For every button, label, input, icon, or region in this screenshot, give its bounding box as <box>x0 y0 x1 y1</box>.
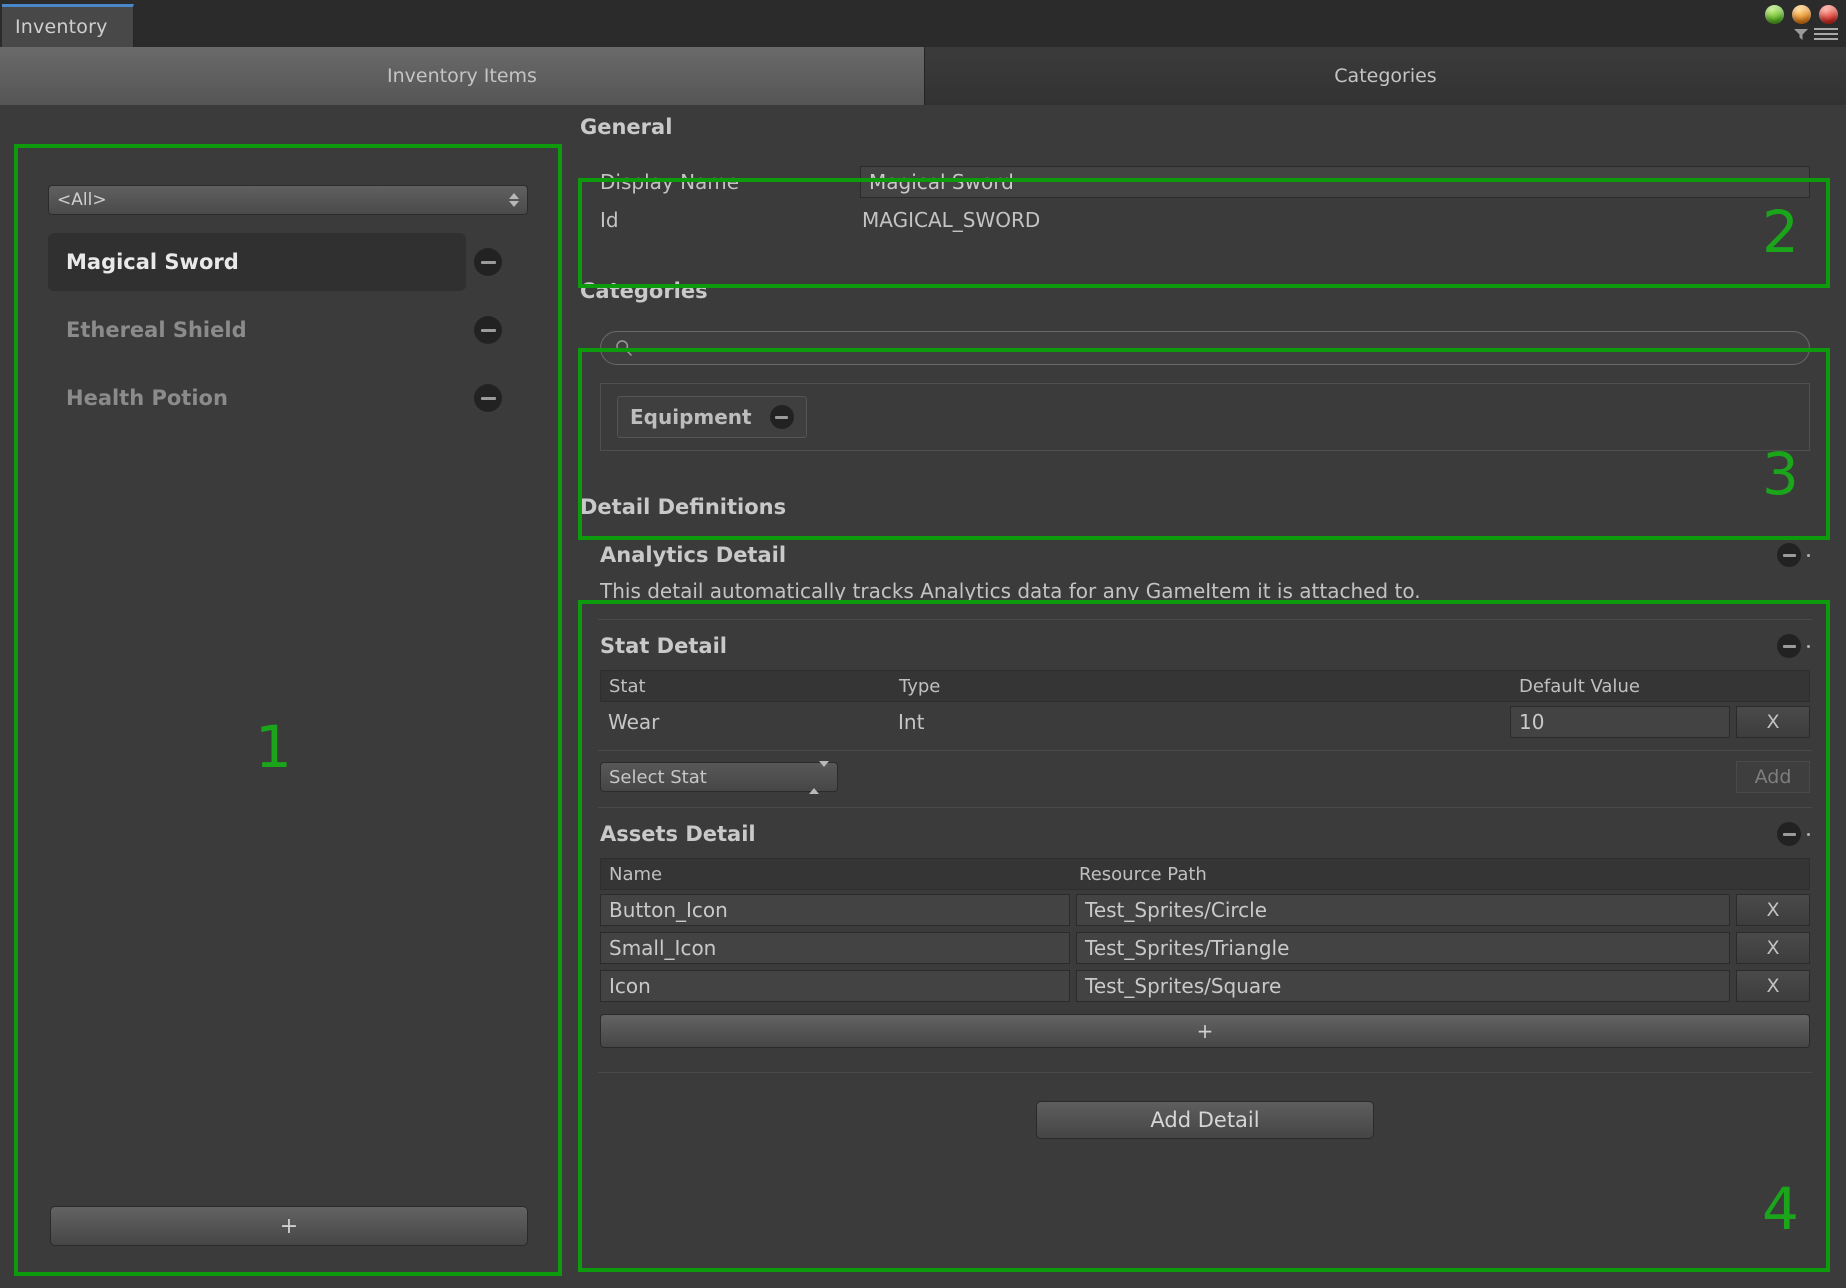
annotation-number-3: 3 <box>1762 440 1799 508</box>
remove-analytics-detail-button[interactable] <box>1777 543 1801 567</box>
categories-panel: Equipment <box>580 313 1830 469</box>
chevron-updown-icon <box>809 760 829 794</box>
add-item-button[interactable]: + <box>50 1206 528 1246</box>
item-detail-column: General Display Name Magical Sword Id MA… <box>580 115 1830 1165</box>
handle-dot-icon <box>1807 832 1810 836</box>
assets-detail-title: Assets Detail <box>600 822 756 846</box>
table-row: Wear Int 10 X <box>600 704 1810 740</box>
asset-name-field[interactable]: Button_Icon <box>600 894 1070 926</box>
stat-detail-header: Stat Detail <box>580 620 1830 658</box>
display-name-row: Display Name Magical Sword <box>600 165 1810 199</box>
analytics-detail-header: Analytics Detail <box>580 529 1830 567</box>
remove-stat-detail-button[interactable] <box>1777 634 1801 658</box>
general-panel: Display Name Magical Sword Id MAGICAL_SW… <box>580 149 1830 249</box>
id-value: MAGICAL_SWORD <box>862 208 1041 232</box>
remove-item-button[interactable] <box>474 384 502 412</box>
table-row: Icon Test_Sprites/Square X <box>600 968 1810 1004</box>
tab-categories[interactable]: Categories <box>925 47 1846 105</box>
minimize-button[interactable] <box>1765 5 1784 24</box>
title-bar: Inventory <box>0 0 1846 47</box>
list-item-label: Magical Sword <box>48 233 466 291</box>
category-search-field[interactable] <box>600 331 1810 365</box>
add-detail-row: Add Detail <box>580 1073 1830 1165</box>
category-filter-value: <All> <box>57 190 107 210</box>
select-stat-value: Select Stat <box>609 766 707 788</box>
hamburger-menu-icon[interactable] <box>1814 28 1838 40</box>
add-stat-button[interactable]: Add <box>1736 761 1810 793</box>
stat-detail-table: Stat Type Default Value Wear Int 10 X <box>580 670 1830 740</box>
remove-asset-row-button[interactable]: X <box>1736 894 1810 926</box>
remove-item-button[interactable] <box>474 316 502 344</box>
remove-stat-row-button[interactable]: X <box>1736 706 1810 738</box>
stat-name-cell: Wear <box>608 710 660 734</box>
asset-path-field[interactable]: Test_Sprites/Triangle <box>1076 932 1730 964</box>
list-item-label: Ethereal Shield <box>66 318 247 342</box>
remove-assets-detail-button[interactable] <box>1777 822 1801 846</box>
list-item[interactable]: Magical Sword <box>48 228 538 296</box>
add-detail-button[interactable]: Add Detail <box>1036 1101 1374 1139</box>
remove-asset-row-button[interactable]: X <box>1736 932 1810 964</box>
display-name-field[interactable]: Magical Sword <box>860 166 1810 198</box>
maximize-button[interactable] <box>1792 5 1811 24</box>
resource-path-column-header: Resource Path <box>1079 863 1207 885</box>
asset-path-field[interactable]: Test_Sprites/Circle <box>1076 894 1730 926</box>
table-row: Button_Icon Test_Sprites/Circle X <box>600 892 1810 928</box>
stat-type-cell: Int <box>898 710 925 734</box>
inventory-items-panel: <All> Magical Sword Ethereal Shield Heal… <box>18 148 558 1270</box>
display-name-label: Display Name <box>600 170 740 194</box>
asset-path-field[interactable]: Test_Sprites/Square <box>1076 970 1730 1002</box>
analytics-detail-description: This detail automatically tracks Analyti… <box>600 579 1421 603</box>
id-row: Id MAGICAL_SWORD <box>600 203 1810 237</box>
stat-default-value-field[interactable]: 10 <box>1510 706 1730 738</box>
filter-icon[interactable] <box>1794 28 1808 40</box>
handle-dot-icon <box>1807 644 1810 648</box>
asset-name-field[interactable]: Icon <box>600 970 1070 1002</box>
annotation-number-4: 4 <box>1762 1175 1799 1243</box>
inventory-item-list: Magical Sword Ethereal Shield Health Pot… <box>48 228 538 432</box>
category-chip-label: Equipment <box>630 405 752 429</box>
stat-detail-title: Stat Detail <box>600 634 727 658</box>
close-button[interactable] <box>1819 5 1838 24</box>
handle-dot-icon <box>1807 553 1810 557</box>
stat-add-row: Select Stat Add <box>580 751 1830 807</box>
type-column-header: Type <box>899 675 941 697</box>
search-icon <box>616 340 633 357</box>
add-asset-row-button[interactable]: + <box>600 1014 1810 1048</box>
default-value-column-header: Default Value <box>1519 675 1640 697</box>
analytics-detail-title: Analytics Detail <box>600 543 787 567</box>
category-chip-equipment[interactable]: Equipment <box>617 396 807 438</box>
list-item[interactable]: Health Potion <box>48 364 538 432</box>
tab-strip: Inventory Items Categories <box>0 47 1846 105</box>
window-controls <box>1765 5 1838 24</box>
tab-inventory-items[interactable]: Inventory Items <box>0 47 925 105</box>
select-stat-dropdown[interactable]: Select Stat <box>600 760 838 794</box>
window-tab-label: Inventory <box>15 16 108 38</box>
remove-category-button[interactable] <box>769 405 794 429</box>
window-menu-group <box>1794 28 1838 40</box>
stat-column-header: Stat <box>609 675 646 697</box>
categories-section-title: Categories <box>580 279 708 303</box>
id-label: Id <box>600 208 619 232</box>
stat-table-header: Stat Type Default Value <box>600 670 1810 702</box>
annotation-number-1: 1 <box>255 713 292 781</box>
name-column-header: Name <box>609 863 663 885</box>
detail-definitions-panel: Analytics Detail This detail automatical… <box>580 529 1830 1165</box>
assets-detail-table: Name Resource Path Button_Icon Test_Spri… <box>580 858 1830 1004</box>
asset-name-field[interactable]: Small_Icon <box>600 932 1070 964</box>
window-tab-inventory[interactable]: Inventory <box>2 4 134 47</box>
assets-detail-header: Assets Detail <box>580 808 1830 846</box>
table-row: Small_Icon Test_Sprites/Triangle X <box>600 930 1810 966</box>
category-filter-dropdown[interactable]: <All> <box>48 185 528 215</box>
list-item[interactable]: Ethereal Shield <box>48 296 538 364</box>
annotation-number-2: 2 <box>1762 198 1799 266</box>
assigned-categories-area: Equipment <box>600 383 1810 451</box>
remove-asset-row-button[interactable]: X <box>1736 970 1810 1002</box>
list-item-label: Health Potion <box>66 386 228 410</box>
assets-table-header: Name Resource Path <box>600 858 1810 890</box>
chevron-updown-icon <box>509 193 519 207</box>
remove-item-button[interactable] <box>474 248 502 276</box>
inventory-editor-window: Inventory Inventory Items Categories <Al… <box>0 0 1846 1288</box>
general-section-title: General <box>580 115 673 139</box>
detail-definitions-section-title: Detail Definitions <box>580 495 787 519</box>
